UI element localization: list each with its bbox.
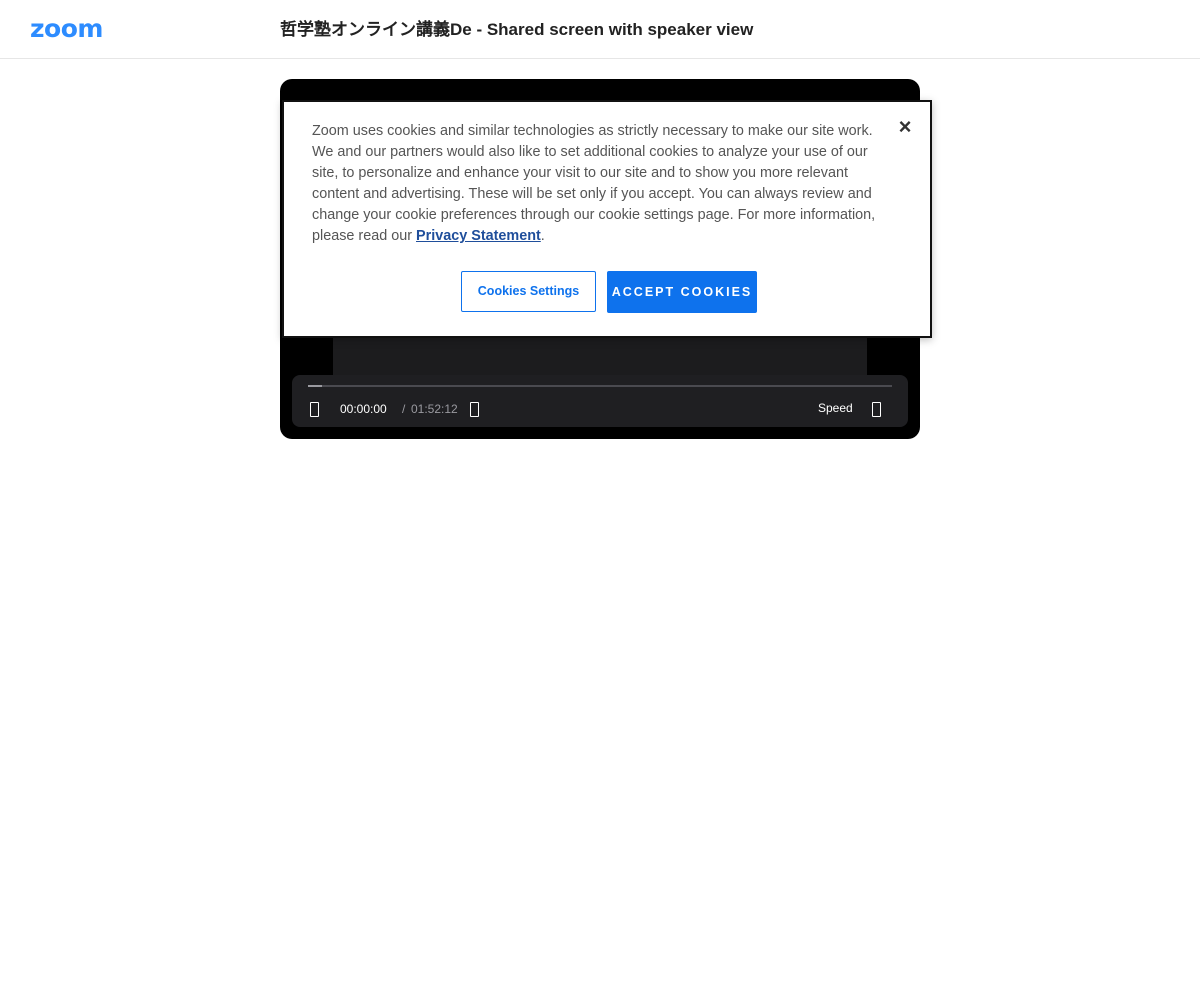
speed-button[interactable]: Speed: [818, 401, 853, 415]
top-bar: zoom 哲学塾オンライン講義De - Shared screen with s…: [0, 0, 1200, 59]
page-title: 哲学塾オンライン講義De - Shared screen with speake…: [280, 20, 754, 39]
progress-bar[interactable]: [308, 385, 892, 387]
current-time: 00:00:00: [340, 402, 387, 416]
volume-icon[interactable]: [470, 402, 479, 417]
player-controls: 00:00:00 / 01:52:12 Speed: [292, 375, 908, 427]
accept-cookies-button[interactable]: ACCEPT COOKIES: [607, 271, 757, 313]
cookie-message-text: Zoom uses cookies and similar technologi…: [312, 123, 876, 244]
cookie-banner: Zoom uses cookies and similar technologi…: [282, 100, 932, 338]
cookie-message: Zoom uses cookies and similar technologi…: [312, 121, 892, 247]
play-icon[interactable]: [310, 402, 319, 417]
privacy-statement-link[interactable]: Privacy Statement: [416, 228, 541, 244]
time-separator: /: [402, 402, 406, 416]
cookies-settings-button[interactable]: Cookies Settings: [461, 271, 596, 312]
progress-bar-fill: [308, 385, 322, 387]
total-time: 01:52:12: [411, 402, 458, 416]
zoom-logo[interactable]: zoom: [30, 14, 103, 44]
close-icon[interactable]: ×: [894, 116, 916, 138]
fullscreen-icon[interactable]: [872, 402, 881, 417]
cookie-message-period: .: [540, 228, 545, 244]
